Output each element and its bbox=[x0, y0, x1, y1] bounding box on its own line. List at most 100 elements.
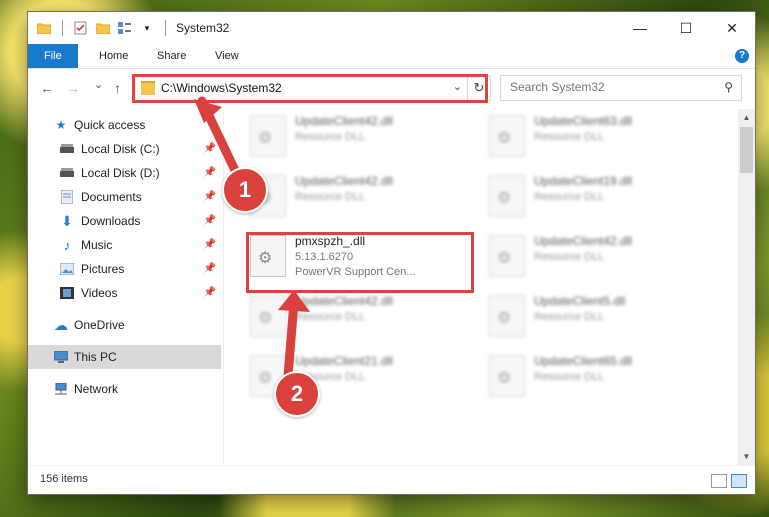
scroll-thumb[interactable] bbox=[740, 127, 753, 173]
file-name: UpdateClient42.dll bbox=[295, 174, 394, 188]
scroll-down-icon[interactable]: ▼ bbox=[738, 448, 755, 465]
drive-icon bbox=[60, 142, 74, 156]
divider bbox=[62, 20, 63, 36]
dll-file-icon bbox=[489, 115, 525, 157]
sidebar-item-quick-access[interactable]: ★ Quick access bbox=[28, 113, 221, 137]
file-item[interactable]: UpdateClient42.dll Resource DLL bbox=[485, 231, 705, 281]
file-type: Resource DLL bbox=[534, 131, 605, 143]
window-title: System32 bbox=[176, 21, 230, 35]
address-bar-highlight bbox=[132, 74, 488, 103]
pin-icon[interactable]: 📌 bbox=[204, 137, 216, 161]
sidebar-item-label: OneDrive bbox=[74, 318, 125, 332]
view-options-icon[interactable] bbox=[117, 20, 133, 36]
file-type: Resource DLL bbox=[534, 251, 605, 263]
cloud-icon: ☁ bbox=[54, 317, 68, 333]
sidebar-item-pictures[interactable]: Pictures 📌 bbox=[28, 257, 221, 281]
pictures-icon bbox=[60, 262, 74, 276]
drive-icon bbox=[60, 166, 74, 180]
file-item[interactable]: UpdateClient42.dll Resource DLL bbox=[246, 171, 466, 221]
step-badge-2: 2 bbox=[274, 371, 320, 417]
file-name: UpdateClient63.dll bbox=[534, 114, 633, 128]
sidebar-item-downloads[interactable]: ⬇ Downloads 📌 bbox=[28, 209, 221, 233]
title-bar: ▾ System32 — ☐ ✕ bbox=[28, 12, 755, 44]
sidebar-item-label: Quick access bbox=[74, 118, 146, 132]
file-name: UpdateClient19.dll bbox=[534, 174, 633, 188]
pin-icon[interactable]: 📌 bbox=[204, 161, 216, 185]
file-type: Resource DLL bbox=[534, 311, 605, 323]
network-icon bbox=[54, 382, 68, 396]
pin-icon[interactable]: 📌 bbox=[204, 185, 216, 209]
tab-home[interactable]: Home bbox=[86, 44, 141, 68]
sidebar-item-label: Local Disk (D:) bbox=[81, 166, 160, 180]
forward-icon[interactable]: → bbox=[66, 80, 80, 96]
file-name: UpdateClient42.dll bbox=[295, 294, 394, 308]
sidebar-item-network[interactable]: Network bbox=[28, 377, 221, 401]
close-button[interactable]: ✕ bbox=[709, 12, 755, 44]
tab-view[interactable]: View bbox=[202, 44, 252, 68]
quick-access-toolbar: ▾ System32 bbox=[36, 20, 229, 36]
file-type: Resource DLL bbox=[295, 311, 366, 323]
sidebar-item-local-disk-d[interactable]: Local Disk (D:) 📌 bbox=[28, 161, 221, 185]
window-controls: — ☐ ✕ bbox=[617, 12, 755, 44]
up-icon[interactable]: ↑ bbox=[114, 80, 121, 96]
details-view-icon[interactable] bbox=[711, 474, 727, 488]
file-name: UpdateClient42.dll bbox=[534, 234, 633, 248]
documents-icon bbox=[60, 190, 74, 204]
scroll-up-icon[interactable]: ▲ bbox=[738, 109, 755, 126]
file-item[interactable]: UpdateClient5.dll Resource DLL bbox=[485, 291, 705, 341]
download-icon: ⬇ bbox=[61, 213, 73, 229]
tab-file[interactable]: File bbox=[28, 44, 78, 68]
sidebar-item-label: Network bbox=[74, 382, 119, 396]
file-item[interactable]: UpdateClient65.dll Resource DLL bbox=[485, 351, 705, 401]
sidebar-item-documents[interactable]: Documents 📌 bbox=[28, 185, 221, 209]
navigation-pane: ★ Quick access Local Disk (C:) 📌 Local D… bbox=[28, 109, 224, 464]
file-highlight bbox=[246, 232, 474, 293]
music-icon: ♪ bbox=[63, 237, 71, 253]
back-icon[interactable]: ← bbox=[40, 80, 54, 96]
chevron-down-icon[interactable]: ▾ bbox=[139, 20, 155, 36]
tab-share[interactable]: Share bbox=[144, 44, 199, 68]
new-folder-icon[interactable] bbox=[95, 20, 111, 36]
vertical-scrollbar[interactable]: ▲ ▼ bbox=[738, 109, 755, 465]
search-icon[interactable]: ⚲ bbox=[724, 80, 733, 94]
sidebar-item-music[interactable]: ♪ Music 📌 bbox=[28, 233, 221, 257]
minimize-button[interactable]: — bbox=[617, 12, 663, 44]
recent-locations-icon[interactable]: ⌄ bbox=[94, 78, 103, 91]
sidebar-item-onedrive[interactable]: ☁ OneDrive bbox=[28, 313, 221, 337]
star-icon: ★ bbox=[55, 118, 67, 132]
dll-file-icon bbox=[250, 115, 286, 157]
file-item[interactable]: UpdateClient63.dll Resource DLL bbox=[485, 111, 705, 161]
properties-icon[interactable] bbox=[73, 20, 89, 36]
file-name: UpdateClient65.dll bbox=[534, 354, 633, 368]
divider bbox=[165, 20, 166, 36]
maximize-button[interactable]: ☐ bbox=[663, 12, 709, 44]
item-count: 156 items bbox=[40, 473, 88, 485]
large-icons-view-icon[interactable] bbox=[731, 474, 747, 488]
search-box[interactable]: ⚲ bbox=[500, 75, 742, 101]
file-name: UpdateClient5.dll bbox=[534, 294, 626, 308]
sidebar-item-label: This PC bbox=[74, 350, 117, 364]
dll-file-icon bbox=[489, 175, 525, 217]
pin-icon[interactable]: 📌 bbox=[204, 209, 216, 233]
file-item[interactable]: UpdateClient42.dll Resource DLL bbox=[246, 291, 466, 341]
file-type: Resource DLL bbox=[295, 191, 366, 203]
sidebar-item-videos[interactable]: Videos 📌 bbox=[28, 281, 221, 305]
sidebar-item-this-pc[interactable]: This PC bbox=[28, 345, 221, 369]
sidebar-item-label: Documents bbox=[81, 190, 142, 204]
file-type: Resource DLL bbox=[295, 131, 366, 143]
file-item[interactable]: UpdateClient19.dll Resource DLL bbox=[485, 171, 705, 221]
status-bar: 156 items bbox=[28, 465, 755, 494]
file-item[interactable]: UpdateClient42.dll Resource DLL bbox=[246, 111, 466, 161]
pin-icon[interactable]: 📌 bbox=[204, 233, 216, 257]
search-input[interactable] bbox=[501, 76, 720, 98]
computer-icon bbox=[54, 350, 68, 364]
dll-file-icon bbox=[250, 295, 286, 337]
file-type: Resource DLL bbox=[534, 191, 605, 203]
sidebar-item-label: Music bbox=[81, 238, 113, 252]
pin-icon[interactable]: 📌 bbox=[204, 257, 216, 281]
sidebar-item-label: Pictures bbox=[81, 262, 125, 276]
sidebar-item-local-disk-c[interactable]: Local Disk (C:) 📌 bbox=[28, 137, 221, 161]
sidebar-item-label: Local Disk (C:) bbox=[81, 142, 160, 156]
pin-icon[interactable]: 📌 bbox=[204, 281, 216, 305]
help-icon[interactable]: ? bbox=[735, 49, 749, 63]
